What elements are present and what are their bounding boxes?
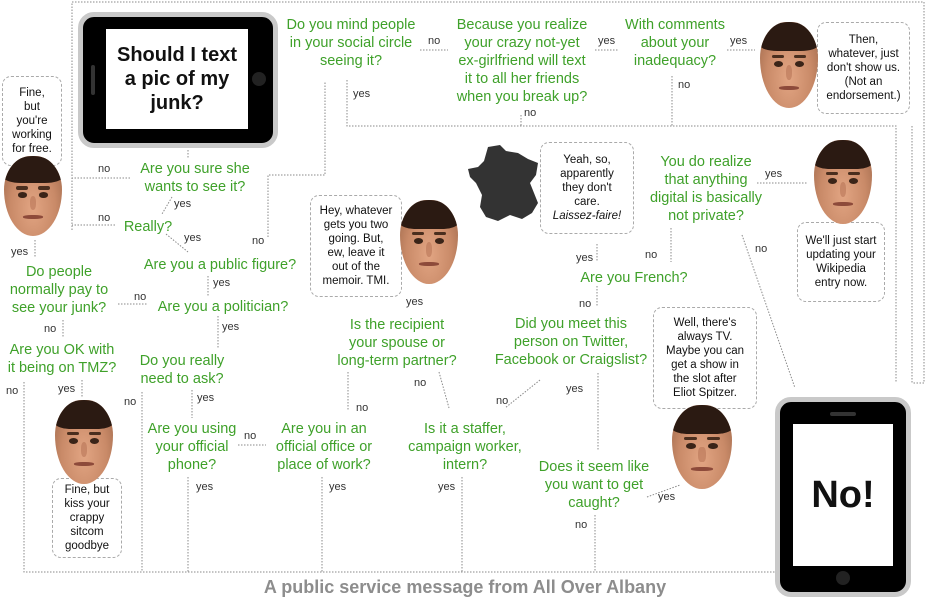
label-yes: yes [329,481,347,493]
start-phone: Should I text a pic of my junk? [78,12,278,148]
bubble-france: Yeah, so, apparently they don't care. La… [540,142,634,234]
question-crazy-girlfriend: Because you realize your crazy not-yet e… [456,17,588,105]
label-no: no [524,107,537,119]
label-no: no [252,235,265,247]
question-french: Are you French? [580,270,688,286]
label-yes: yes [222,321,240,333]
label-yes: yes [58,383,76,395]
bubble-memoir: Hey, whatever gets you two going. But, e… [310,195,402,297]
start-screen: Should I text a pic of my junk? [106,29,248,129]
phone-speaker-icon [91,65,95,95]
label-yes: yes [598,35,616,47]
label-no: no [414,377,427,389]
label-yes: yes [11,246,29,258]
label-no: no [645,249,658,261]
question-sure-she: Are you sure she wants to see it? [140,161,250,195]
question-comments: With comments about your inadequacy? [625,17,725,69]
label-yes: yes [438,481,456,493]
label-no: no [755,243,768,255]
question-public-figure: Are you a public figure? [143,257,297,273]
label-yes: yes [213,277,231,289]
footer-credit: A public service message from All Over A… [263,577,667,597]
france-map-icon [468,145,538,221]
question-pay: Do people normally pay to see your junk? [9,264,109,316]
label-yes: yes [765,168,783,180]
label-yes: yes [174,198,192,210]
label-no: no [98,163,111,175]
start-title: Should I text a pic of my junk? [117,44,237,114]
question-staffer: Is it a staffer, campaign worker, intern… [408,421,522,473]
label-yes: yes [197,392,215,404]
question-need-ask: Do you really need to ask? [139,353,225,387]
label-no: no [244,430,257,442]
bubble-wikipedia: We'll just start updating your Wikipedia… [797,222,885,302]
label-no: no [575,519,588,531]
label-yes: yes [658,491,676,503]
label-yes: yes [196,481,214,493]
label-yes: yes [730,35,748,47]
question-official-phone: Are you using your official phone? [147,421,237,473]
question-digital: You do realize that anything digital is … [649,154,763,224]
label-yes: yes [566,383,584,395]
end-phone: No! [775,397,911,597]
label-no: no [124,396,137,408]
bubble-sitcom: Fine, but kiss your crappy sitcom goodby… [52,478,122,558]
end-title: No! [811,473,875,516]
phone-speaker-icon [830,412,856,416]
phone-home-button-icon [252,72,266,86]
end-screen: No! [793,424,893,566]
label-yes: yes [406,296,424,308]
label-no: no [678,79,691,91]
question-official-office: Are you in an official office or place o… [275,421,373,473]
label-yes: yes [184,232,202,244]
question-really: Really? [123,219,173,235]
question-caught: Does it seem like you want to get caught… [538,459,650,511]
label-no: no [98,212,111,224]
question-mind-social: Do you mind people in your social circle… [286,17,416,69]
label-yes: yes [353,88,371,100]
label-no: no [356,402,369,414]
label-no: no [6,385,19,397]
label-yes: yes [576,252,594,264]
question-tmz: Are you OK with it being on TMZ? [7,342,117,376]
label-no: no [428,35,441,47]
label-no: no [496,395,509,407]
question-spouse: Is the recipient your spouse or long-ter… [337,317,457,369]
label-no: no [134,291,147,303]
label-no: no [44,323,57,335]
label-no: no [579,298,592,310]
bubble-working-free: Fine, but you're working for free. [2,76,62,166]
bubble-tv: Well, there's always TV. Maybe you can g… [653,307,757,409]
bubble-whatever: Then, whatever, just don't show us. (Not… [817,22,910,114]
question-politician: Are you a politician? [157,299,289,315]
question-met-online: Did you meet this person on Twitter, Fac… [494,316,648,368]
